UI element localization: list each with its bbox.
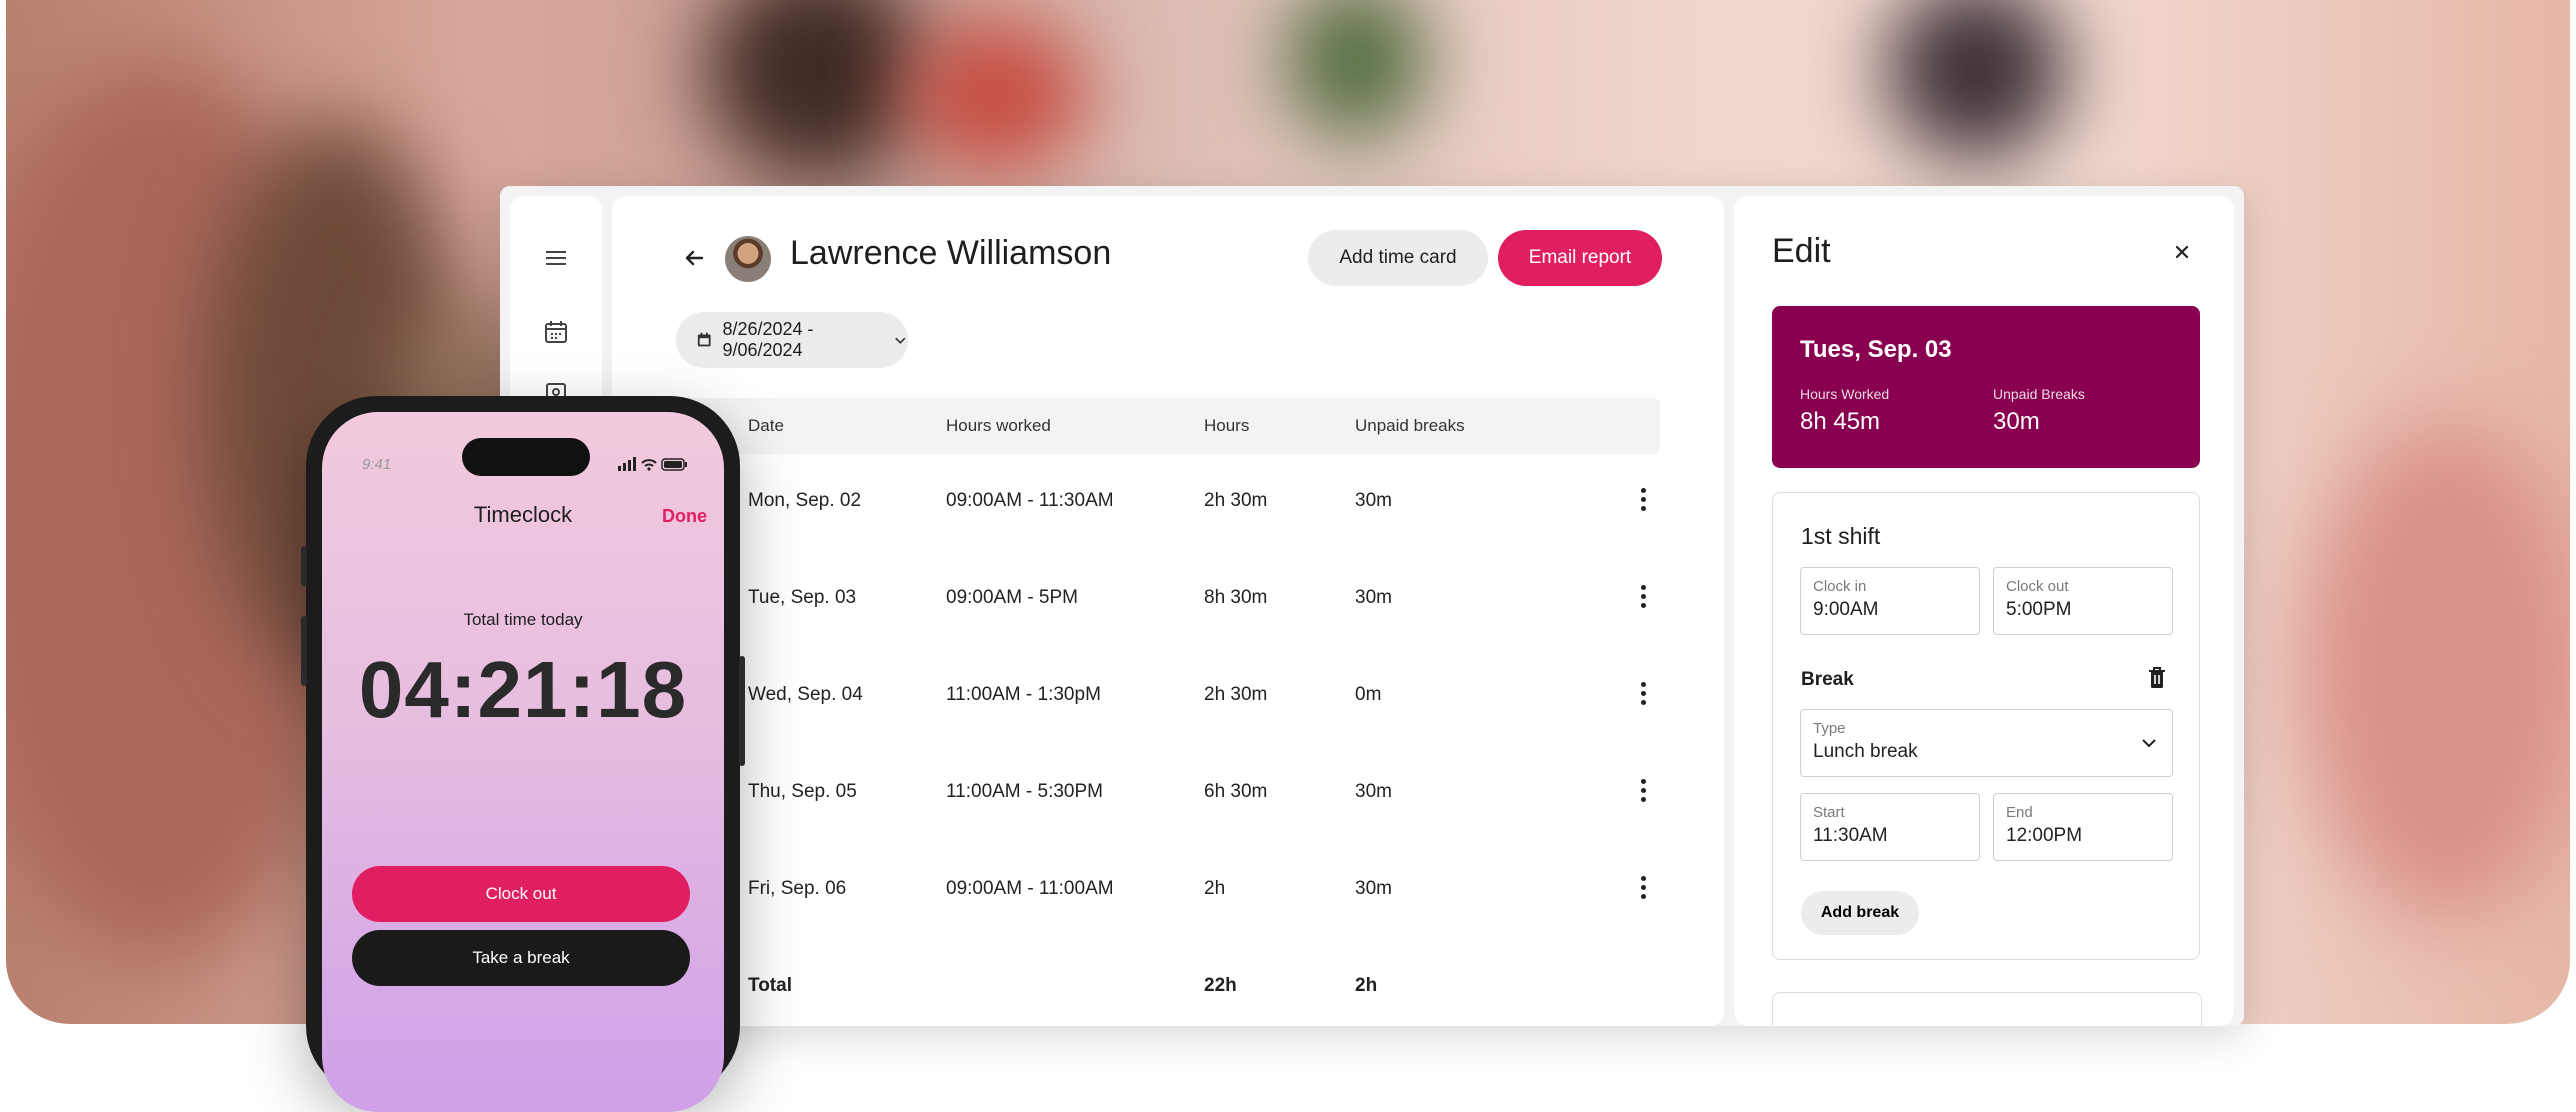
row-breaks: 30m [1355,878,1392,899]
phone-side-button [739,656,745,766]
avatar [725,236,771,282]
more-options-icon[interactable] [1633,872,1653,908]
row-date: Wed, Sep. 04 [748,684,863,705]
total-hours: 22h [1204,975,1237,996]
phone-screen: 9:41 Timeclock Done Total time today 04:… [322,412,724,1112]
clock-in-value: 9:00AM [1813,599,1879,620]
add-break-button[interactable]: Add break [1801,891,1919,935]
type-value: Lunch break [1813,741,1918,762]
row-breaks: 30m [1355,490,1392,511]
more-options-icon[interactable] [1633,484,1653,520]
calendar-icon [697,332,711,347]
break-type-select[interactable]: Type Lunch break [1800,709,2173,777]
next-shift-card [1772,992,2202,1026]
status-time: 9:41 [362,456,392,473]
unpaid-breaks-value: 30m [1993,408,2040,435]
email-report-button[interactable]: Email report [1498,230,1662,286]
more-options-icon[interactable] [1633,775,1653,811]
row-worked: 11:00AM - 1:30pM [946,684,1101,705]
row-hours: 6h 30m [1204,781,1268,802]
phone-mockup: 9:41 Timeclock Done Total time today 04:… [301,396,745,1112]
more-options-icon[interactable] [1633,678,1653,714]
day-title: Tues, Sep. 03 [1800,336,1952,363]
trash-icon[interactable] [2145,665,2169,691]
clock-in-field[interactable]: Clock in 9:00AM [1800,567,1980,635]
row-hours: 2h [1204,878,1226,899]
dynamic-island [462,438,590,476]
clock-out-label: Clock out [2006,578,2069,595]
table-row[interactable]: Wed, Sep. 04 11:00AM - 1:30pM 2h 30m 0m [676,648,1660,744]
total-label: Total [748,975,792,996]
clock-out-value: 5:00PM [2006,599,2072,620]
break-label: Break [1801,669,1854,690]
table-row[interactable]: Thu, Sep. 05 11:00AM - 5:30PM 6h 30m 30m [676,745,1660,841]
row-date: Mon, Sep. 02 [748,490,862,511]
shift-title: 1st shift [1801,523,1881,549]
take-a-break-button[interactable]: Take a break [352,930,690,986]
total-time-label: Total time today [463,610,583,629]
date-range-label: 8/26/2024 - 9/06/2024 [722,319,814,360]
row-date: Fri, Sep. 06 [748,878,847,899]
timer-display: 04:21:18 [358,645,688,734]
column-unpaid-breaks: Unpaid breaks [1355,416,1465,435]
column-date: Date [748,416,784,435]
status-icons [618,457,687,471]
employee-name: Lawrence Williamson [790,234,1112,272]
shift-card: 1st shift Clock in 9:00AM Clock out 5:00… [1772,492,2200,960]
row-worked: 09:00AM - 5PM [946,587,1078,608]
edit-panel: Edit Tues, Sep. 03 Hours Worked 8h 45m U… [1734,196,2234,1026]
arrow-left-icon[interactable] [680,244,708,272]
row-worked: 09:00AM - 11:00AM [946,878,1114,899]
calendar-icon[interactable] [542,318,570,346]
type-label: Type [1813,720,1846,737]
close-icon[interactable] [2168,238,2196,266]
row-date: Thu, Sep. 05 [748,781,857,802]
table-row[interactable]: Mon, Sep. 02 09:00AM - 11:30AM 2h 30m 30… [676,454,1660,550]
more-options-icon[interactable] [1633,581,1653,617]
timecard-view: Lawrence Williamson Add time card Email … [612,196,1724,1026]
clock-in-label: Clock in [1813,578,1867,595]
chevron-down-icon [2142,739,2156,748]
phone-side-button [301,616,307,686]
break-end-field[interactable]: End 12:00PM [1993,793,2173,861]
row-breaks: 30m [1355,587,1392,608]
row-worked: 09:00AM - 11:30AM [946,490,1114,511]
table-row[interactable]: Tue, Sep. 03 09:00AM - 5PM 8h 30m 30m [676,551,1660,647]
row-breaks: 0m [1355,684,1382,705]
start-label: Start [1813,804,1845,821]
phone-side-button [301,546,307,586]
column-hours: Hours [1204,416,1250,435]
table-header: Date Hours worked Hours Unpaid breaks [676,398,1660,454]
app-window: Lawrence Williamson Add time card Email … [500,186,2244,1026]
total-row: Total 22h 2h [676,939,1660,1026]
column-hours-worked: Hours worked [946,416,1051,435]
date-range-picker[interactable]: 8/26/2024 - 9/06/2024 [676,312,908,368]
day-summary-card: Tues, Sep. 03 Hours Worked 8h 45m Unpaid… [1772,306,2200,468]
row-hours: 2h 30m [1204,684,1268,705]
hours-worked-value: 8h 45m [1800,408,1881,435]
hours-worked-label: Hours Worked [1800,386,1890,402]
clock-out-field[interactable]: Clock out 5:00PM [1993,567,2173,635]
break-start-field[interactable]: Start 11:30AM [1800,793,1980,861]
row-breaks: 30m [1355,781,1392,802]
clock-out-button[interactable]: Clock out [352,866,690,922]
end-value: 12:00PM [2006,825,2083,846]
edit-title: Edit [1772,232,1831,270]
end-label: End [2006,804,2033,821]
done-button[interactable]: Done [662,506,707,527]
total-breaks: 2h [1355,975,1378,996]
menu-icon[interactable] [542,244,570,272]
row-hours: 8h 30m [1204,587,1268,608]
unpaid-breaks-label: Unpaid Breaks [1993,386,2085,402]
start-value: 11:30AM [1813,825,1888,846]
row-date: Tue, Sep. 03 [748,587,857,608]
row-hours: 2h 30m [1204,490,1268,511]
table-row[interactable]: Fri, Sep. 06 09:00AM - 11:00AM 2h 30m [676,842,1660,938]
chevron-down-icon [895,337,906,344]
row-worked: 11:00AM - 5:30PM [946,781,1104,802]
add-time-card-button[interactable]: Add time card [1308,230,1488,286]
